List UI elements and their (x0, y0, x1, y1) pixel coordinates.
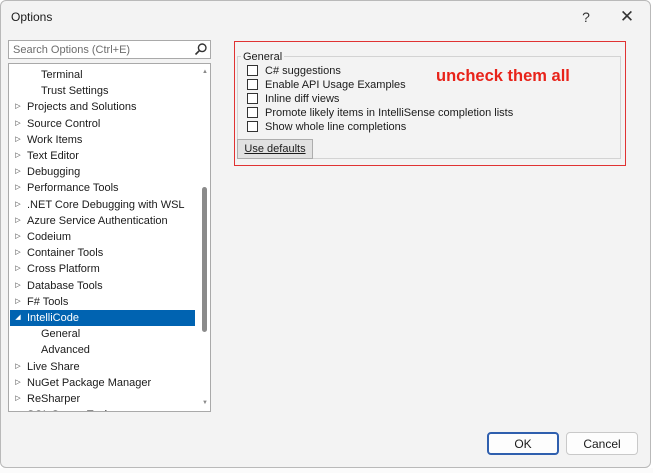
search-icon[interactable] (194, 42, 208, 56)
option-checkbox[interactable] (247, 121, 258, 132)
tree-item[interactable]: General (10, 326, 195, 342)
tree-item-label: ReSharper (27, 393, 81, 405)
tree-item-label: Codeium (27, 231, 72, 243)
tree-item-label: Azure Service Authentication (27, 214, 168, 227)
options-dialog: Options ? ✕ ▲ ▼ Terminal Trust Settings ▷ P… (0, 0, 651, 468)
help-button[interactable]: ? (571, 5, 601, 29)
option-label: Inline diff views (265, 93, 340, 105)
tree-item-label: Cross Platform (27, 263, 100, 276)
tree-item[interactable]: ▷ Azure Service Authentication (10, 213, 195, 229)
tree-item-label: Work Items (27, 133, 83, 146)
tree-item-label: Live Share (27, 360, 80, 373)
tree-item-label: SQL Server Tools (27, 407, 113, 411)
tree-item[interactable]: ▷ NuGet Package Manager (10, 375, 195, 391)
tree-item[interactable]: ▷ Source Control (10, 116, 195, 132)
collapsed-arrow-icon[interactable]: ▷ (13, 375, 23, 391)
collapsed-arrow-icon[interactable]: ▷ (13, 359, 23, 375)
tree-item-label: NuGet Package Manager (27, 376, 152, 389)
annotation-text: uncheck them all (436, 67, 570, 85)
option-label: Enable API Usage Examples (265, 79, 406, 91)
tree-item[interactable]: ▷ Cross Platform (10, 261, 195, 277)
tree-item[interactable]: ▷ Codeium (10, 229, 195, 245)
collapsed-arrow-icon[interactable]: ▷ (13, 164, 23, 180)
option-checkbox[interactable] (247, 107, 258, 118)
tree-item-label: General (41, 328, 81, 341)
tree-item-label: .NET Core Debugging with WSL (27, 198, 185, 211)
tree-item-label: Database Tools (27, 279, 103, 292)
tree-item[interactable]: Trust Settings (10, 83, 195, 99)
background-strip (0, 468, 653, 473)
tree-item[interactable]: ▷ Projects and Solutions (10, 99, 195, 115)
scroll-down-arrow-icon[interactable]: ▼ (200, 398, 210, 408)
tree-item[interactable]: ▷ Work Items (10, 132, 195, 148)
collapsed-arrow-icon[interactable]: ▷ (13, 229, 23, 245)
option-checkbox[interactable] (247, 79, 258, 90)
option-checkbox[interactable] (247, 93, 258, 104)
tree-item[interactable]: ▷ .NET Core Debugging with WSL (10, 197, 195, 213)
collapsed-arrow-icon[interactable]: ▷ (13, 261, 23, 277)
tree-item[interactable]: ▷ Debugging (10, 164, 195, 180)
tree-item[interactable]: ▷ Container Tools (10, 245, 195, 261)
general-group-title: General (241, 51, 285, 63)
tree-item-label: Source Control (27, 117, 101, 130)
collapsed-arrow-icon[interactable]: ▷ (13, 278, 23, 294)
collapsed-arrow-icon[interactable]: ▷ (13, 391, 23, 407)
use-defaults-label: Use defaults (244, 143, 306, 155)
tree-item[interactable]: ▷ Performance Tools (10, 180, 195, 196)
collapsed-arrow-icon[interactable]: ▷ (13, 407, 23, 411)
tree-item-label: Debugging (27, 166, 81, 179)
tree-item-label: Performance Tools (27, 182, 119, 195)
title-bar: Options ? ✕ (1, 1, 650, 34)
tree-item[interactable]: ▷ SQL Server Tools (10, 407, 195, 411)
collapsed-arrow-icon[interactable]: ▷ (13, 116, 23, 132)
collapsed-arrow-icon[interactable]: ▷ (13, 180, 23, 196)
tree-item-label: F# Tools (27, 295, 69, 308)
search-box (8, 40, 211, 59)
tree-item[interactable]: ◢ IntelliCode (10, 310, 195, 326)
options-tree[interactable]: ▲ ▼ Terminal Trust Settings ▷ Projects and … (8, 63, 211, 412)
tree-item-label: IntelliCode (27, 312, 79, 324)
tree-item-label: Container Tools (27, 247, 104, 260)
tree-item[interactable]: Terminal (10, 67, 195, 83)
tree-item[interactable]: ▷ F# Tools (10, 294, 195, 310)
expanded-arrow-icon[interactable]: ◢ (13, 310, 23, 326)
tree-item-label: Text Editor (27, 150, 79, 162)
option-label: Promote likely items in IntelliSense com… (265, 107, 514, 119)
option-label: Show whole line completions (265, 121, 407, 133)
option-checkbox[interactable] (247, 65, 258, 76)
dialog-title: Options (11, 10, 53, 24)
close-button[interactable]: ✕ (612, 5, 642, 29)
tree-item-label: Trust Settings (41, 85, 109, 98)
tree-scrollbar-thumb[interactable] (202, 187, 207, 332)
collapsed-arrow-icon[interactable]: ▷ (13, 99, 23, 115)
collapsed-arrow-icon[interactable]: ▷ (13, 294, 23, 310)
scroll-up-arrow-icon[interactable]: ▲ (200, 67, 210, 77)
tree-item[interactable]: ▷ ReSharper (10, 391, 195, 407)
collapsed-arrow-icon[interactable]: ▷ (13, 197, 23, 213)
collapsed-arrow-icon[interactable]: ▷ (13, 213, 23, 229)
tree-item-label: Terminal (41, 69, 83, 81)
use-defaults-button[interactable]: Use defaults (237, 139, 313, 159)
search-input[interactable] (9, 41, 197, 58)
option-label: C# suggestions (265, 65, 341, 77)
ok-button[interactable]: OK (487, 432, 559, 455)
collapsed-arrow-icon[interactable]: ▷ (13, 148, 23, 164)
tree-item-label: Advanced (41, 344, 90, 357)
tree-item[interactable]: ▷ Database Tools (10, 278, 195, 294)
collapsed-arrow-icon[interactable]: ▷ (13, 245, 23, 261)
tree-item-label: Projects and Solutions (27, 101, 137, 114)
tree-item[interactable]: ▷ Text Editor (10, 148, 195, 164)
tree-item[interactable]: Advanced (10, 342, 195, 358)
cancel-button[interactable]: Cancel (566, 432, 638, 455)
tree-item[interactable]: ▷ Live Share (10, 359, 195, 375)
collapsed-arrow-icon[interactable]: ▷ (13, 132, 23, 148)
